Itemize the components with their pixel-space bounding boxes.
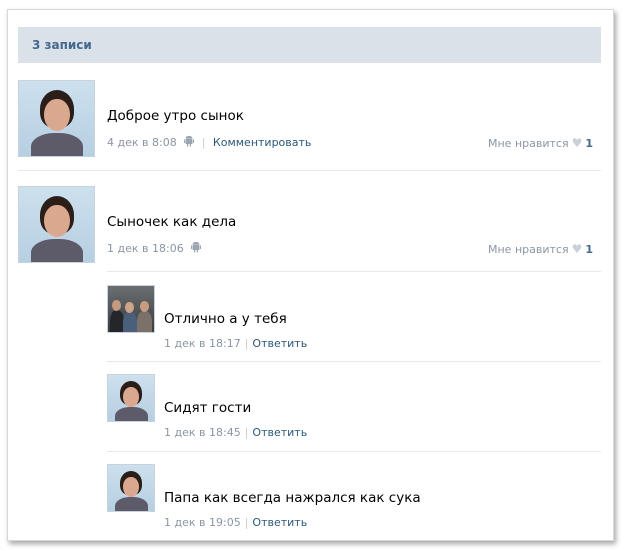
comment-text: Папа как всегда нажрался как сука	[164, 490, 421, 506]
avatar[interactable]	[18, 186, 95, 263]
comment-text: Сидят гости	[164, 400, 252, 416]
comment-meta: 1 дек в 18:17 | Ответить	[164, 337, 308, 350]
post-date[interactable]: 1 дек в 18:06	[107, 242, 184, 255]
wall-post: Сыночек как дела 1 дек в 18:06 Мне нрави…	[18, 186, 601, 276]
comment-date[interactable]: 1 дек в 19:05	[164, 516, 241, 529]
comment-meta: 1 дек в 18:45 | Ответить	[164, 426, 308, 439]
android-icon	[184, 136, 195, 147]
divider	[107, 271, 601, 272]
comment-link[interactable]: Комментировать	[213, 136, 311, 149]
comment-item: Отлично а у тебя 1 дек в 18:17 | Ответить	[107, 285, 601, 355]
divider	[107, 451, 601, 452]
divider	[18, 170, 601, 171]
post-text: Сыночек как дела	[107, 214, 237, 230]
post-meta: 1 дек в 18:06	[107, 242, 202, 255]
post-count-title: 3 записи	[32, 38, 92, 52]
comment-text: Отлично а у тебя	[164, 311, 287, 327]
avatar[interactable]	[107, 374, 155, 422]
like-button[interactable]: Мне нравится ♥ 1	[488, 136, 593, 150]
reply-link[interactable]: Ответить	[252, 426, 307, 439]
comment-item: Сидят гости 1 дек в 18:45 | Ответить	[107, 374, 601, 444]
heart-icon: ♥	[571, 242, 583, 256]
comment-date[interactable]: 1 дек в 18:45	[164, 426, 241, 439]
comment-item: Папа как всегда нажрался как сука 1 дек …	[107, 464, 601, 534]
wall-post: Доброе утро сынок 4 дек в 8:08 | Коммент…	[18, 80, 601, 170]
avatar[interactable]	[107, 464, 155, 512]
reply-link[interactable]: Ответить	[252, 337, 307, 350]
wall-header: 3 записи	[18, 27, 601, 63]
post-text: Доброе утро сынок	[107, 108, 244, 124]
android-icon	[191, 242, 202, 253]
comment-meta: 1 дек в 19:05 | Ответить	[164, 516, 308, 529]
reply-link[interactable]: Ответить	[252, 516, 307, 529]
divider	[107, 361, 601, 362]
avatar[interactable]	[107, 285, 155, 333]
like-label: Мне нравится	[488, 243, 569, 256]
post-date[interactable]: 4 дек в 8:08	[107, 136, 177, 149]
like-button[interactable]: Мне нравится ♥ 1	[488, 242, 593, 256]
post-meta: 4 дек в 8:08 | Комментировать	[107, 136, 312, 149]
like-count: 1	[585, 137, 593, 150]
heart-icon: ♥	[571, 136, 583, 150]
like-label: Мне нравится	[488, 137, 569, 150]
comment-date[interactable]: 1 дек в 18:17	[164, 337, 241, 350]
avatar[interactable]	[18, 80, 95, 157]
like-count: 1	[585, 243, 593, 256]
